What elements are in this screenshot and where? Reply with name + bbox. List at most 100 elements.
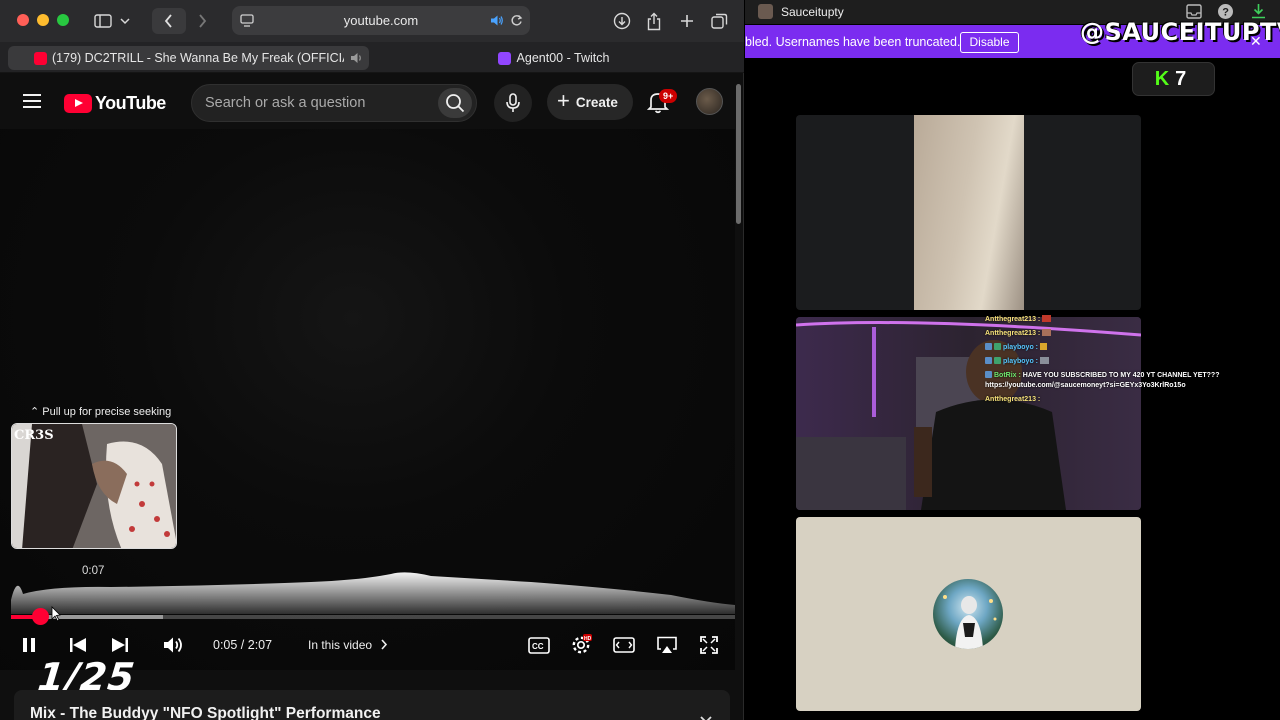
chat-message: playboyo :	[985, 341, 1280, 355]
chat-overlay: Antthegreat213 : Antthegreat213 : playbo…	[985, 313, 1280, 407]
fullscreen-button[interactable]	[697, 633, 721, 657]
badge-icon	[985, 343, 992, 350]
search-input[interactable]: Search or ask a question	[191, 84, 477, 122]
airplay-button[interactable]	[655, 633, 679, 657]
captions-button[interactable]: CC	[527, 633, 551, 657]
channel-favicon-icon	[758, 4, 773, 19]
download-icon	[613, 12, 631, 30]
microphone-icon	[506, 93, 520, 112]
volume-icon	[164, 637, 182, 653]
search-placeholder: Search or ask a question	[205, 95, 366, 111]
disable-button[interactable]: Disable	[960, 32, 1019, 53]
share-button[interactable]	[641, 8, 667, 34]
url-text: youtube.com	[343, 13, 419, 28]
scrubber-handle[interactable]	[32, 608, 49, 625]
downloads-button[interactable]	[609, 8, 635, 34]
double-chevron-up-icon: ⌃	[30, 406, 40, 418]
chat-message: Antthegreat213 :	[985, 327, 1280, 341]
plus-icon: +	[557, 88, 570, 113]
speaker-icon	[491, 15, 503, 26]
youtube-header: YouTube Search or ask a question + Creat…	[0, 73, 735, 129]
reload-icon[interactable]	[510, 14, 523, 27]
video-info-panel[interactable]: Mix - The Buddyy "NFO Spotlight" Perform…	[14, 690, 730, 720]
tab-overview-button[interactable]	[706, 8, 732, 34]
youtube-logo-text: YouTube	[95, 93, 166, 113]
minimize-window-button[interactable]	[37, 14, 49, 26]
gear-icon: HD	[572, 634, 592, 654]
tab-label: (179) DC2TRILL - She Wanna Be My Freak (…	[52, 51, 344, 65]
notification-badge: 9+	[659, 89, 678, 103]
plus-icon	[681, 15, 693, 27]
youtube-logo[interactable]: YouTube	[64, 93, 166, 114]
camera-feed-3	[796, 517, 1141, 711]
chevron-right-icon	[381, 639, 388, 650]
tab-audio-icon[interactable]	[350, 52, 364, 64]
create-label: Create	[575, 94, 618, 110]
badge-icon	[985, 371, 992, 378]
create-button[interactable]: + Create	[547, 84, 633, 120]
chevron-left-icon	[164, 14, 172, 28]
chat-message: Antthegreat213 :	[985, 393, 1280, 407]
twitch-favicon-icon	[497, 51, 511, 65]
kick-logo-text: K	[1154, 68, 1176, 90]
svg-text:CC: CC	[532, 642, 544, 651]
chevron-down-icon[interactable]	[700, 716, 712, 720]
badge-icon	[994, 343, 1001, 350]
theater-mode-button[interactable]	[612, 633, 636, 657]
page-scrollbar[interactable]	[736, 84, 741, 224]
menu-icon[interactable]	[23, 94, 41, 112]
sidebar-icon	[94, 14, 112, 28]
chat-text: https://youtube.com/@saucemoneyt?si=GEYx…	[985, 382, 1186, 389]
sidebar-toggle-button[interactable]	[90, 8, 134, 34]
chat-text: HAVE YOU SUBSCRIBED TO MY 420 YT CHANNEL…	[1022, 372, 1220, 379]
progress-bar[interactable]	[11, 615, 735, 619]
search-button[interactable]	[438, 88, 472, 118]
chevron-right-icon	[199, 14, 207, 28]
forward-button[interactable]	[188, 8, 216, 34]
most-replayed-heatmap	[11, 572, 735, 614]
chat-username: Antthegreat213 :	[985, 330, 1041, 337]
address-bar[interactable]: youtube.com	[232, 6, 530, 35]
camera-feed-1	[796, 115, 1141, 310]
new-tab-button[interactable]	[674, 8, 700, 34]
chat-username: Antthegreat213 :	[985, 316, 1041, 323]
mouse-cursor-icon	[51, 606, 61, 622]
chat-message: playboyo :	[985, 355, 1280, 369]
seek-preview-thumbnail: CR3S	[11, 423, 177, 549]
badge-icon	[994, 357, 1001, 364]
next-button[interactable]	[108, 633, 132, 657]
in-this-video-button[interactable]: In this video	[308, 638, 388, 652]
profile-avatar	[933, 579, 1003, 649]
tab-youtube[interactable]: (179) DC2TRILL - She Wanna Be My Freak (…	[8, 46, 369, 70]
volume-button[interactable]	[162, 633, 186, 657]
thumbnail-logo: CR3S	[14, 428, 54, 443]
badge-icon	[985, 357, 992, 364]
chat-username: Antthegreat213 :	[985, 396, 1041, 403]
emote-icon	[1039, 357, 1049, 364]
inbox-icon[interactable]	[1186, 4, 1202, 19]
close-window-button[interactable]	[17, 14, 29, 26]
svg-text:HD: HD	[584, 636, 592, 642]
chat-message: https://youtube.com/@saucemoneyt?si=GEYx…	[985, 379, 1280, 393]
tab-twitch[interactable]: Agent00 - Twitch	[371, 46, 736, 70]
download-icon[interactable]	[1251, 3, 1266, 19]
precise-seek-hint-text: Pull up for precise seeking	[42, 406, 172, 418]
chat-username: BotRix :	[994, 372, 1021, 379]
share-icon	[647, 12, 661, 30]
tab-label: Agent00 - Twitch	[516, 51, 610, 65]
video-title: Mix - The Buddyy "NFO Spotlight" Perform…	[30, 705, 381, 720]
emote-icon	[1042, 329, 1052, 336]
in-this-video-label: In this video	[308, 638, 373, 652]
voice-search-button[interactable]	[494, 84, 532, 122]
tabs-icon	[710, 13, 727, 29]
youtube-play-icon	[64, 94, 92, 113]
previous-button[interactable]	[66, 633, 90, 657]
fullscreen-icon	[700, 636, 718, 654]
account-avatar[interactable]	[696, 88, 723, 115]
safari-tabbar: (179) DC2TRILL - She Wanna Be My Freak (…	[0, 42, 744, 73]
back-button[interactable]	[152, 8, 186, 34]
emote-icon	[1042, 315, 1052, 322]
zoom-window-button[interactable]	[57, 14, 69, 26]
settings-button[interactable]: HD	[569, 633, 593, 657]
pause-button[interactable]	[18, 633, 40, 657]
